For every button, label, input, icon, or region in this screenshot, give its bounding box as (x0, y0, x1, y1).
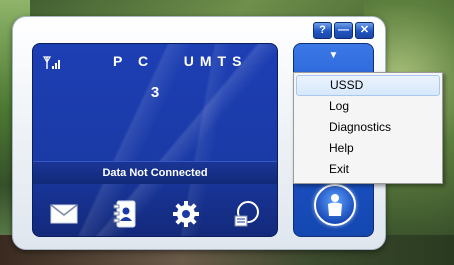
chevron-down-icon: ▼ (328, 49, 339, 61)
connection-stats-icon[interactable] (232, 199, 262, 229)
connection-status-text: Data Not Connected (102, 167, 208, 179)
menu-dropdown-button[interactable]: ▼ (294, 44, 373, 66)
gear-icon[interactable] (171, 199, 201, 229)
menu-item-ussd[interactable]: USSD (296, 75, 440, 96)
help-button[interactable]: ? (313, 22, 332, 39)
context-menu: USSD Log Diagnostics Help Exit (293, 72, 443, 184)
phonebook-icon[interactable] (110, 199, 140, 229)
menu-item-help[interactable]: Help (296, 138, 440, 159)
connection-status: Data Not Connected (33, 161, 277, 184)
signal-strength-icon (43, 56, 60, 69)
menu-item-log[interactable]: Log (296, 96, 440, 117)
minimize-button[interactable]: — (334, 22, 353, 39)
window-controls: ? — ✕ (313, 22, 374, 39)
close-button[interactable]: ✕ (355, 22, 374, 39)
network-name: P C UMTS (113, 53, 248, 69)
person-icon (328, 194, 342, 216)
connect-button[interactable] (314, 184, 356, 226)
menu-item-exit[interactable]: Exit (296, 159, 440, 180)
network-number: 3 (150, 84, 160, 101)
menu-item-diagnostics[interactable]: Diagnostics (296, 117, 440, 138)
envelope-icon[interactable] (49, 199, 79, 229)
status-screen: P C UMTS 3 Data Not Connected (32, 43, 278, 237)
toolbar-icons (33, 196, 277, 232)
